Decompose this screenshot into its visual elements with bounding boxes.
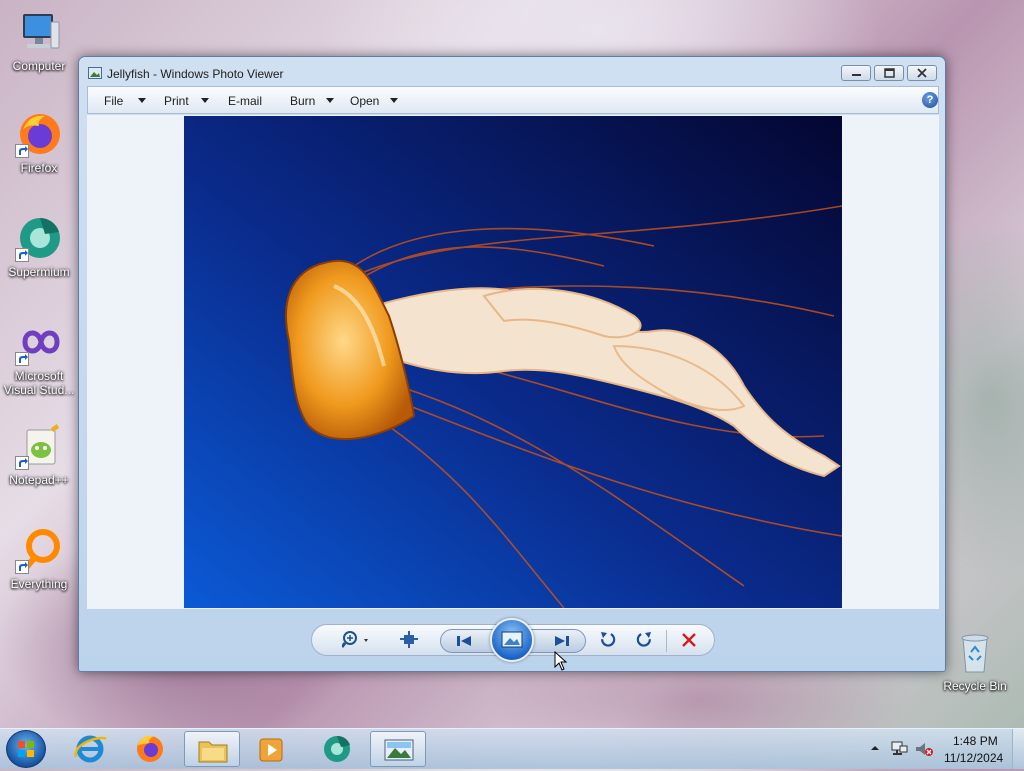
clock-date[interactable]: 11/12/2024 xyxy=(944,751,1003,765)
show-desktop-button[interactable] xyxy=(1012,729,1024,769)
shortcut-arrow-icon xyxy=(15,352,29,366)
previous-icon xyxy=(457,636,471,646)
desktop-icon-label: Notepad++ xyxy=(9,473,69,487)
taskbar-internet-explorer[interactable] xyxy=(62,731,118,767)
shortcut-arrow-icon xyxy=(15,560,29,574)
taskbar-firefox[interactable] xyxy=(122,731,178,767)
supermium-icon xyxy=(324,735,350,762)
desktop-icon-notepadpp[interactable]: Notepad++ xyxy=(3,422,75,487)
start-orb-icon xyxy=(18,741,34,757)
zoom-icon xyxy=(340,631,368,648)
next-button[interactable] xyxy=(551,631,573,651)
close-button[interactable] xyxy=(907,65,937,81)
photo-viewer-window[interactable]: Jellyfish - Windows Photo Viewer File Pr… xyxy=(78,56,946,672)
shortcut-arrow-icon xyxy=(15,248,29,262)
desktop-icon-everything[interactable]: Everything xyxy=(3,526,75,591)
fit-window-icon xyxy=(400,631,418,648)
actual-size-button[interactable] xyxy=(398,630,420,650)
clock-time[interactable]: 1:48 PM xyxy=(953,734,998,748)
visual-studio-icon xyxy=(15,318,63,366)
window-title: Jellyfish - Windows Photo Viewer xyxy=(107,67,284,81)
menu-print[interactable]: Print xyxy=(164,94,189,108)
rotate-right-icon xyxy=(636,632,651,647)
close-icon xyxy=(917,68,927,78)
command-bar: File Print E-mail Burn Open ? xyxy=(87,86,939,114)
desktop-icon-recycle-bin[interactable]: Recycle Bin xyxy=(939,628,1011,693)
delete-icon xyxy=(682,633,696,647)
volume-muted-icon[interactable] xyxy=(914,740,934,758)
menu-file[interactable]: File xyxy=(104,94,123,108)
help-icon[interactable]: ? xyxy=(922,92,938,108)
slide-show-icon xyxy=(501,631,523,648)
desktop-icon-label: Recycle Bin xyxy=(943,679,1007,693)
computer-icon xyxy=(15,8,63,56)
photo-viewer-icon xyxy=(384,739,414,761)
taskbar: 1:48 PM 11/12/2024 xyxy=(0,728,1024,769)
desktop-icon-label: Supermium xyxy=(8,265,70,279)
delete-button[interactable] xyxy=(678,630,700,650)
notepadpp-icon xyxy=(15,422,63,470)
zoom-button[interactable] xyxy=(340,630,368,650)
start-button[interactable] xyxy=(6,730,46,768)
desktop-icon-label: Everything xyxy=(10,577,68,591)
previous-button[interactable] xyxy=(453,631,475,651)
menu-open[interactable]: Open xyxy=(350,94,379,108)
desktop-icon-supermium[interactable]: Supermium xyxy=(3,214,75,279)
playback-controls xyxy=(311,618,715,662)
firefox-icon xyxy=(137,735,163,762)
rotate-counterclockwise-button[interactable] xyxy=(598,630,620,650)
desktop-icon-label: Computer xyxy=(12,59,66,73)
rotate-clockwise-button[interactable] xyxy=(632,630,654,650)
desktop-icon-computer[interactable]: Computer xyxy=(3,8,75,73)
image-viewport[interactable] xyxy=(87,115,939,609)
shortcut-arrow-icon xyxy=(15,456,29,470)
mouse-cursor-icon xyxy=(554,651,568,671)
next-icon xyxy=(555,636,569,646)
media-player-icon xyxy=(259,738,283,762)
separator xyxy=(666,630,667,652)
desktop-icon-visual-studio[interactable]: Microsoft Visual Stud... xyxy=(3,318,75,397)
network-icon[interactable] xyxy=(890,740,908,758)
taskbar-photo-viewer[interactable] xyxy=(370,731,426,767)
title-bar[interactable]: Jellyfish - Windows Photo Viewer xyxy=(79,57,945,85)
taskbar-media-player[interactable] xyxy=(244,731,300,767)
desktop-icon-label: Microsoft Visual Stud... xyxy=(3,369,75,397)
chevron-down-icon[interactable] xyxy=(201,98,209,103)
restore-icon xyxy=(884,68,895,78)
menu-burn[interactable]: Burn xyxy=(290,94,315,108)
chevron-down-icon[interactable] xyxy=(390,98,398,103)
file-explorer-icon xyxy=(198,741,228,763)
show-hidden-icons-icon[interactable] xyxy=(870,743,880,753)
chevron-down-icon[interactable] xyxy=(326,98,334,103)
desktop-icon-firefox[interactable]: Firefox xyxy=(3,110,75,175)
taskbar-file-explorer[interactable] xyxy=(184,731,240,767)
rotate-left-icon xyxy=(601,632,616,647)
internet-explorer-icon xyxy=(74,735,107,763)
minimize-button[interactable] xyxy=(841,65,871,81)
firefox-icon xyxy=(15,110,63,158)
shortcut-arrow-icon xyxy=(15,144,29,158)
menu-email[interactable]: E-mail xyxy=(228,94,262,108)
recycle-bin-icon xyxy=(951,628,999,676)
supermium-icon xyxy=(15,214,63,262)
restore-button[interactable] xyxy=(874,65,904,81)
minimize-icon xyxy=(852,74,861,76)
jellyfish-photo xyxy=(184,116,842,608)
chevron-down-icon[interactable] xyxy=(138,98,146,103)
desktop-icon-label: Firefox xyxy=(20,161,58,175)
everything-icon xyxy=(15,526,63,574)
taskbar-supermium[interactable] xyxy=(308,731,364,767)
slide-show-button[interactable] xyxy=(490,618,534,662)
photo-viewer-app-icon xyxy=(88,67,102,79)
